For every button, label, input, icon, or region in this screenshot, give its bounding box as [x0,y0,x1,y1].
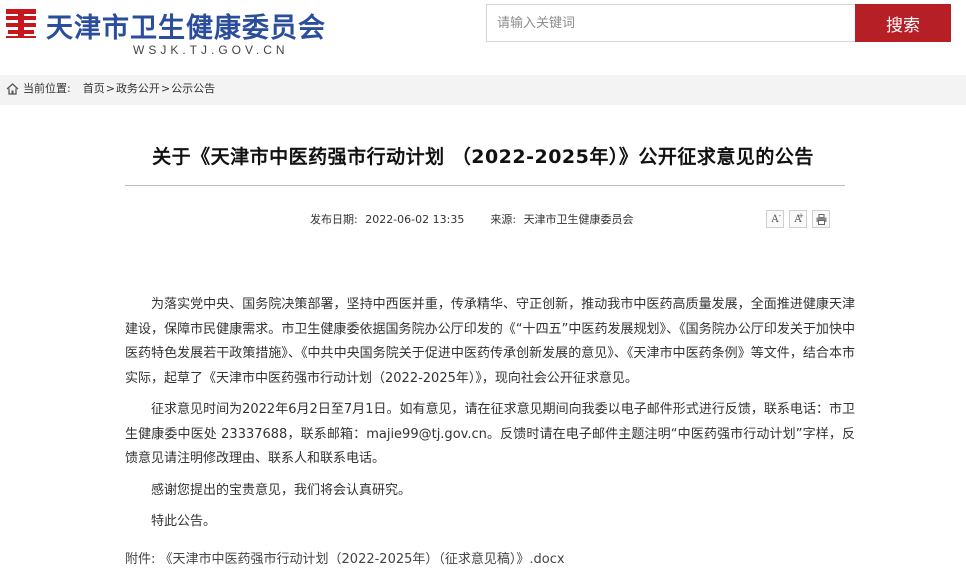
breadcrumb-separator: > [105,82,115,95]
font-larger-button[interactable]: A + [789,210,807,228]
article-body: 为落实党中央、国务院决策部署，坚持中西医并重，传承精华、守正创新，推动我市中医药… [125,293,855,542]
home-icon [6,83,19,95]
body-paragraph: 特此公告。 [151,514,217,529]
site-header: 天津市卫生健康委员会 WSJK.TJ.GOV.CN 搜索 [0,0,966,70]
publish-date-label: 发布日期: [310,213,358,226]
site-logo-icon[interactable] [4,6,38,40]
font-smaller-icon: A [771,213,779,225]
breadcrumb-separator: > [160,82,171,95]
publish-date: 发布日期: 2022-06-02 13:35 [310,211,464,227]
article-source: 来源: 天津市卫生健康委员会 [490,211,633,227]
attachment-label: 附件: [125,552,156,567]
site-domain: WSJK.TJ.GOV.CN [133,43,289,57]
attachment-link[interactable]: 《天津市中医药强市行动计划（2022-2025年）（征求意见稿）》.docx [160,552,565,567]
source-label: 来源: [490,213,517,226]
body-paragraph: 感谢您提出的宝贵意见，我们将会认真研究。 [151,482,412,498]
article-title: 关于《天津市中医药强市行动计划 （2022-2025年）》公开征求意见的公告 [152,146,814,168]
print-button[interactable] [812,210,830,228]
source-value: 天津市卫生健康委员会 [523,213,634,226]
body-paragraph: 征求意见时间为2022年6月2日至7月1日。如有意见，请在征求意见期间向我委以电… [125,402,855,466]
article-meta: 发布日期: 2022-06-02 13:35 来源: 天津市卫生健康委员会 [310,211,634,227]
attachment-line: 附件: 《天津市中医药强市行动计划（2022-2025年）（征求意见稿）》.do… [125,548,565,567]
print-icon [816,213,826,225]
article-tools: A- A + [766,210,830,228]
title-divider [125,185,845,186]
site-title[interactable]: 天津市卫生健康委员会 [46,6,326,45]
breadcrumb-label: 当前位置: [23,82,71,95]
breadcrumb-item-government-affairs[interactable]: 政务公开 [116,82,160,96]
search-button[interactable]: 搜索 [855,4,951,42]
publish-date-value: 2022-06-02 13:35 [365,213,465,226]
body-paragraph: 为落实党中央、国务院决策部署，坚持中西医并重，传承精华、守正创新，推动我市中医药… [125,297,855,386]
search-input[interactable] [486,4,856,42]
breadcrumb-item-notices[interactable]: 公示公告 [171,82,215,96]
breadcrumb-item-home[interactable]: 首页 [83,82,105,96]
font-smaller-button[interactable]: A- [766,210,784,228]
breadcrumb: 当前位置: 首页 > 政务公开 > 公示公告 [0,75,966,105]
